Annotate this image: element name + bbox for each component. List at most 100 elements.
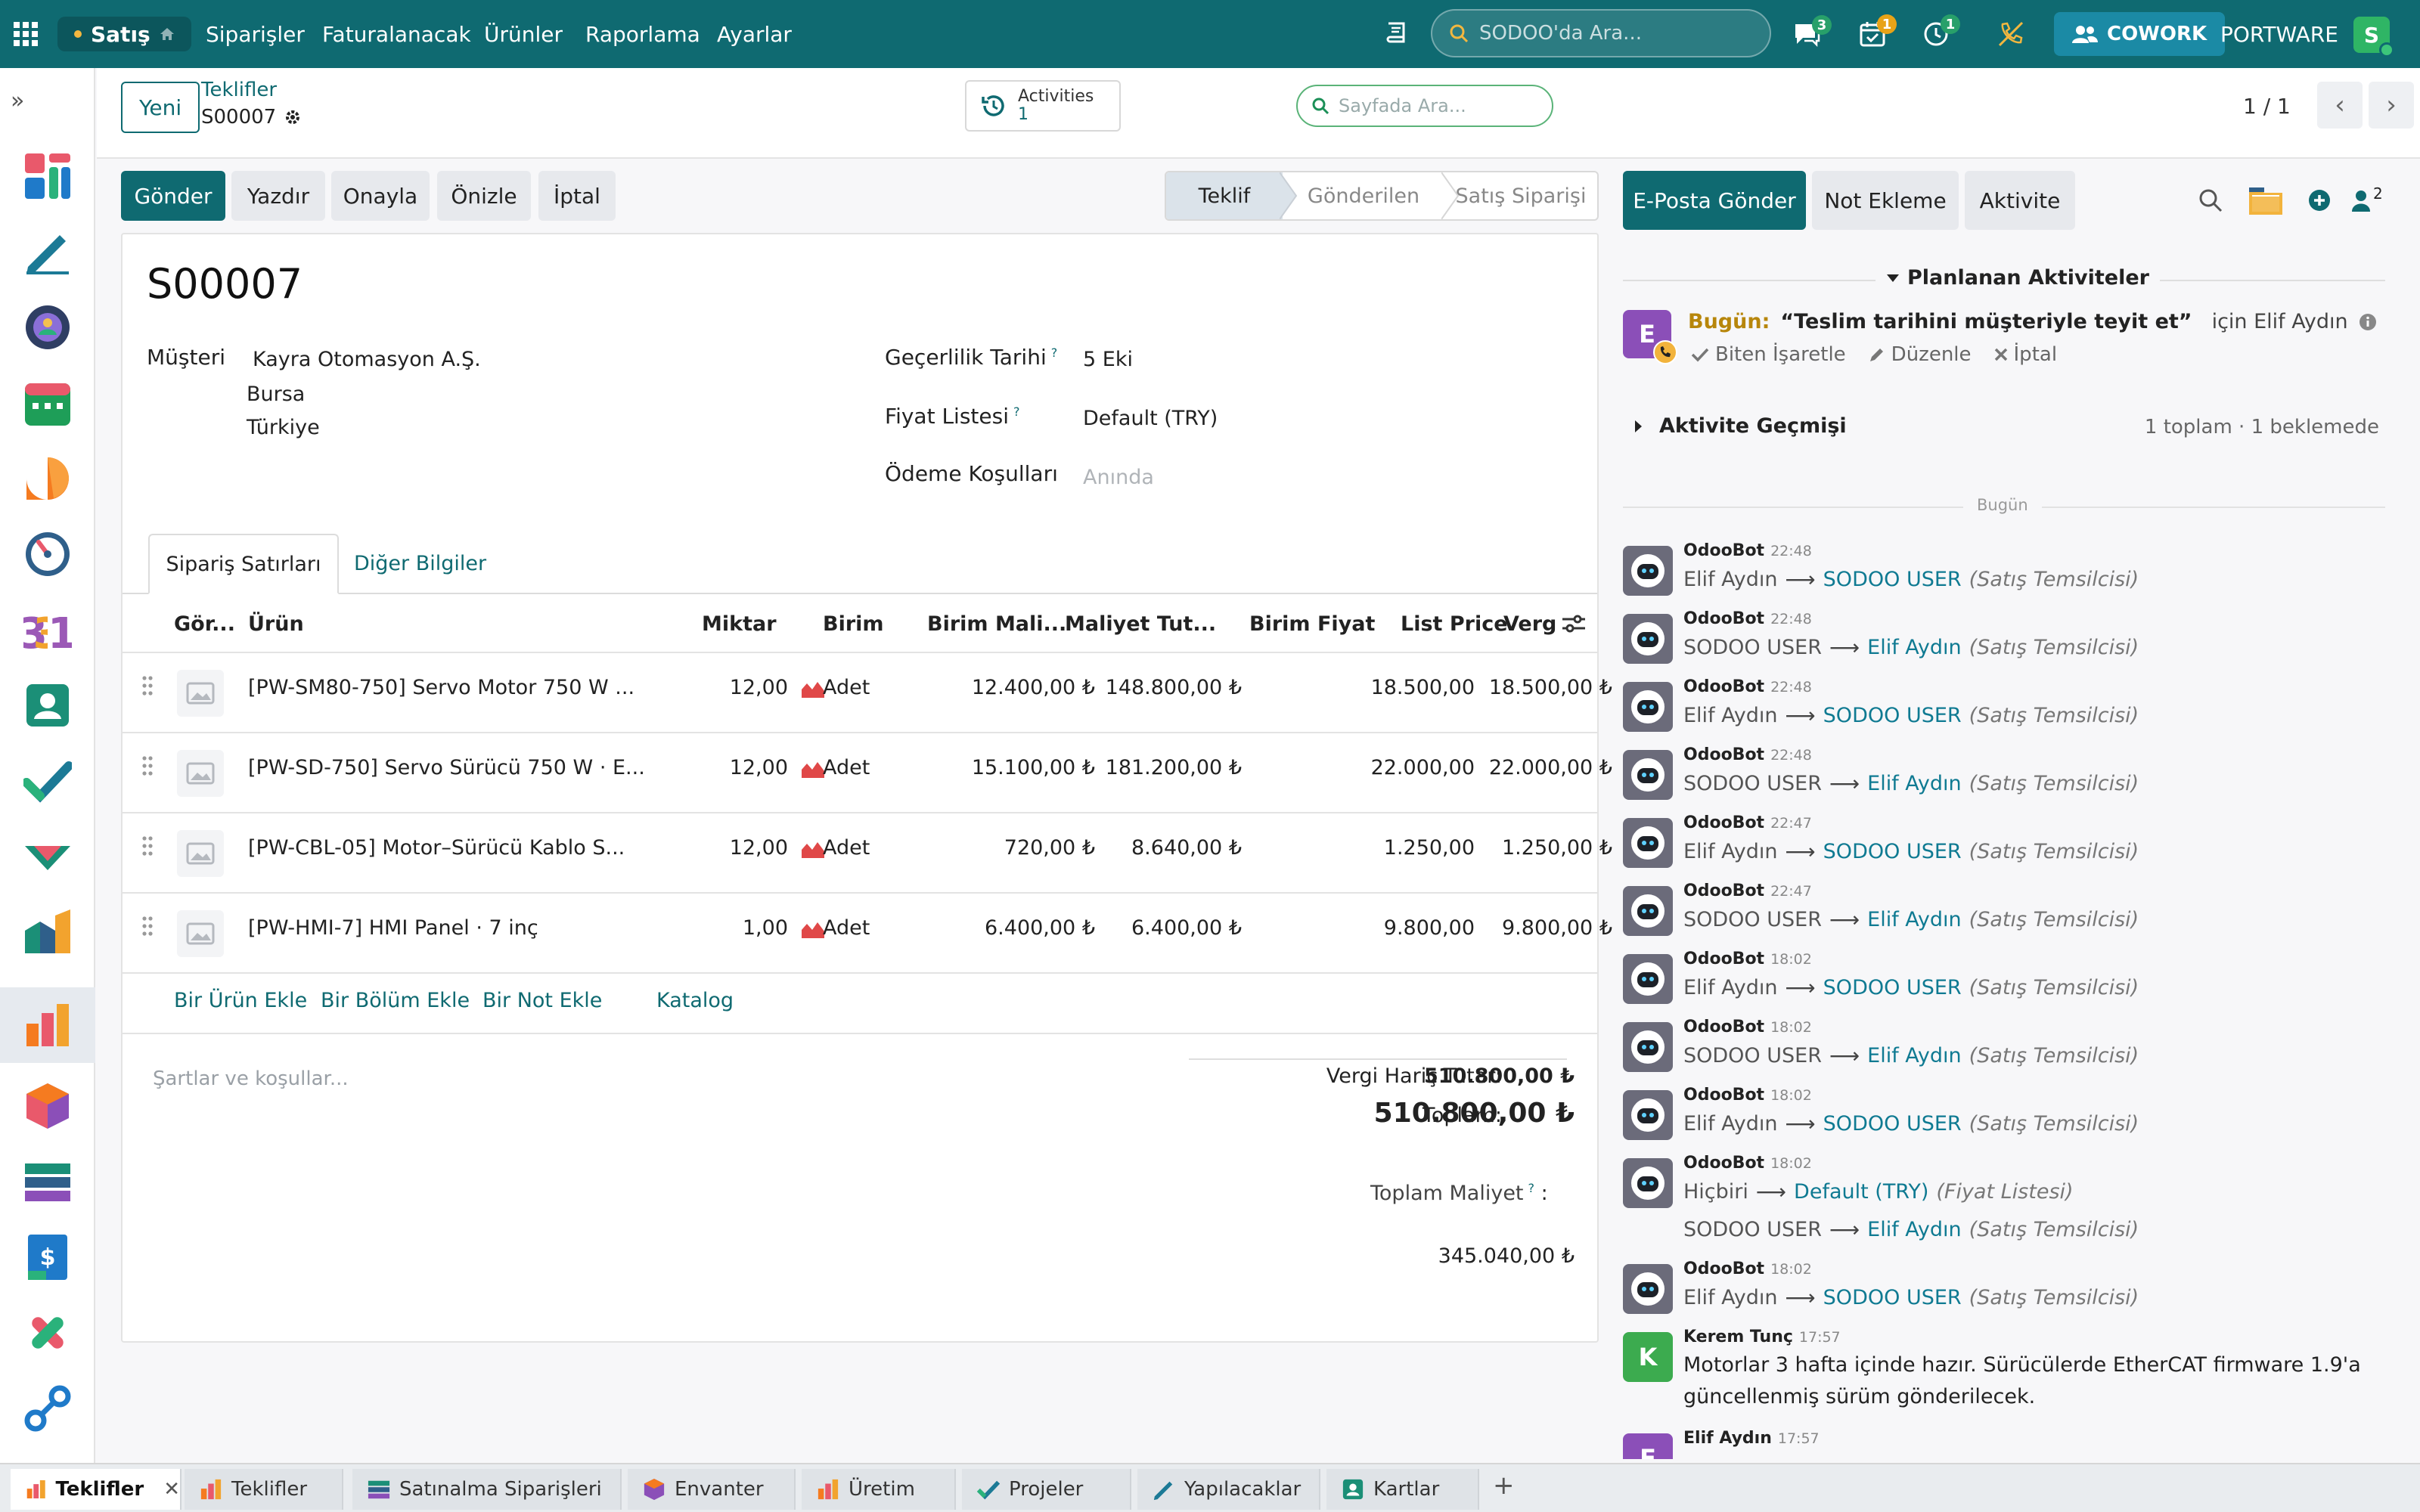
dock-inventory-icon[interactable] xyxy=(20,904,76,960)
add-product-link[interactable]: Bir Ürün Ekle xyxy=(174,989,307,1012)
schedule-activity-button[interactable]: Aktivite xyxy=(1965,171,2075,230)
tab-other-info[interactable]: Diğer Bilgiler xyxy=(354,552,486,575)
tab-order-lines[interactable]: Sipariş Satırları xyxy=(148,534,339,594)
tracking-new-value[interactable]: SODOO USER xyxy=(1823,976,1962,999)
add-tab-icon[interactable]: + xyxy=(1493,1470,1515,1501)
add-note-link[interactable]: Bir Not Ekle xyxy=(482,989,602,1012)
bottom-tab-quotations[interactable]: Teklifler xyxy=(185,1469,343,1510)
send-button[interactable]: Gönder xyxy=(121,171,225,221)
dock-crm-icon[interactable] xyxy=(20,1305,76,1361)
menu-reporting[interactable]: Raporlama xyxy=(585,0,700,68)
menu-settings[interactable]: Ayarlar xyxy=(717,0,792,68)
line-uom[interactable]: Adet xyxy=(823,836,870,860)
line-product[interactable]: [PW-SM80-750] Servo Motor 750 W ... xyxy=(248,676,634,699)
pager-value[interactable]: 1 / 1 xyxy=(2243,94,2291,119)
catalog-link[interactable]: Katalog xyxy=(656,989,734,1012)
activities-button[interactable]: Activities 1 xyxy=(965,80,1121,132)
dock-calendar-icon[interactable] xyxy=(20,375,76,431)
knowledge-icon[interactable] xyxy=(1382,0,1410,68)
line-uom[interactable]: Adet xyxy=(823,916,870,940)
line-qty[interactable]: 12,00 xyxy=(644,676,788,699)
tracking-new-value[interactable]: SODOO USER xyxy=(1823,840,1962,863)
pager-next-button[interactable]: › xyxy=(2369,82,2414,129)
drag-handle-icon[interactable] xyxy=(141,835,154,857)
line-product[interactable]: [PW-SD-750] Servo Sürücü 750 W · E... xyxy=(248,756,645,779)
menu-orders[interactable]: Siparişler xyxy=(206,0,305,68)
col-unit-price[interactable]: Birim Fiyat xyxy=(1249,612,1375,636)
bottom-tab-quotations-active[interactable]: Teklifler ✕ xyxy=(11,1469,182,1510)
line-qty[interactable]: 12,00 xyxy=(644,836,788,860)
app-switcher-icon[interactable] xyxy=(14,0,38,68)
app-home-button[interactable]: Satış xyxy=(57,17,191,51)
forecast-chart-icon[interactable] xyxy=(800,759,826,779)
help-icon[interactable]: ? xyxy=(1051,345,1058,360)
help-icon[interactable]: ? xyxy=(1528,1181,1535,1195)
col-uom[interactable]: Birim xyxy=(823,612,884,636)
customer-name[interactable]: Kayra Otomasyon A.Ş. xyxy=(253,348,481,371)
followers-icon[interactable] xyxy=(2350,189,2372,212)
messages-icon[interactable]: 3 xyxy=(1792,0,1832,68)
chatter-search-icon[interactable] xyxy=(2198,187,2223,213)
planned-activities-toggle[interactable]: Planlanan Aktiviteler xyxy=(1876,266,2160,290)
table-row[interactable]: [PW-HMI-7] HMI Panel · 7 inç 1,00 Adet 6… xyxy=(123,894,1612,972)
global-search-input[interactable]: SODOO'da Ara... xyxy=(1431,9,1771,57)
col-taxes[interactable]: Verg xyxy=(1503,612,1556,636)
add-section-link[interactable]: Bir Bölüm Ekle xyxy=(321,989,470,1012)
cancel-button[interactable]: İptal xyxy=(538,171,616,221)
cancel-activity-button[interactable]: İptal xyxy=(1994,343,2057,366)
bottom-tab-projects[interactable]: Projeler xyxy=(962,1469,1131,1510)
line-qty[interactable]: 12,00 xyxy=(644,756,788,779)
line-product[interactable]: [PW-CBL-05] Motor–Sürücü Kablo S... xyxy=(248,836,625,860)
bottom-tab-inventory[interactable]: Envanter xyxy=(628,1469,796,1510)
gear-icon[interactable] xyxy=(284,108,302,126)
tracking-new-value[interactable]: SODOO USER xyxy=(1823,1112,1962,1136)
tracking-new-value[interactable]: SODOO USER xyxy=(1823,704,1962,727)
payment-terms-input[interactable]: Anında xyxy=(1083,466,1154,489)
drag-handle-icon[interactable] xyxy=(141,915,154,937)
dock-sign-icon[interactable] xyxy=(20,224,76,280)
col-cost-total[interactable]: Maliyet Tut... xyxy=(1065,612,1216,636)
voip-disabled-icon[interactable] xyxy=(1996,0,2025,68)
tracking-new-value[interactable]: Elif Aydın xyxy=(1867,908,1962,931)
dock-timesheet-icon[interactable] xyxy=(20,526,76,582)
tracking-new-value[interactable]: Elif Aydın xyxy=(1867,1044,1962,1067)
stage-quotation[interactable]: Teklif xyxy=(1166,172,1283,219)
tracking-new-value[interactable]: Default (TRY) xyxy=(1794,1180,1928,1204)
dock-link-icon[interactable] xyxy=(20,1380,76,1436)
timer-icon[interactable]: 1 xyxy=(1922,0,1960,68)
user-avatar[interactable]: S xyxy=(2353,17,2394,57)
breadcrumb-quotations[interactable]: Teklifler xyxy=(201,79,277,101)
tracking-new-value[interactable]: SODOO USER xyxy=(1823,1286,1962,1309)
dock-contacts-icon[interactable] xyxy=(20,677,76,733)
stage-sales-order[interactable]: Satış Siparişi xyxy=(1444,172,1597,219)
line-product[interactable]: [PW-HMI-7] HMI Panel · 7 inç xyxy=(248,916,538,940)
col-image[interactable]: Gör... xyxy=(174,612,235,636)
pager-prev-button[interactable]: ‹ xyxy=(2317,82,2363,129)
tracking-new-value[interactable]: Elif Aydın xyxy=(1867,772,1962,795)
close-tab-icon[interactable]: ✕ xyxy=(163,1478,180,1501)
terms-input[interactable]: Şartlar ve koşullar... xyxy=(153,1067,349,1090)
menu-products[interactable]: Ürünler xyxy=(484,0,563,68)
col-unit-cost[interactable]: Birim Mali... xyxy=(927,612,1066,636)
print-button[interactable]: Yazdır xyxy=(231,171,325,221)
info-icon[interactable] xyxy=(2359,313,2377,331)
col-product[interactable]: Ürün xyxy=(248,612,304,636)
bottom-tab-manufacturing[interactable]: Üretim xyxy=(802,1469,956,1510)
menu-to-invoice[interactable]: Faturalanacak xyxy=(322,0,471,68)
col-quantity[interactable]: Miktar xyxy=(702,612,777,636)
bottom-tab-todo[interactable]: Yapılacaklar xyxy=(1137,1469,1320,1510)
dock-product-icon[interactable] xyxy=(20,1078,76,1134)
bottom-tab-cards[interactable]: Kartlar xyxy=(1326,1469,1479,1510)
cowork-button[interactable]: COWORK xyxy=(2054,12,2226,56)
forecast-chart-icon[interactable] xyxy=(800,919,826,939)
column-settings-icon[interactable] xyxy=(1561,611,1587,637)
forecast-chart-icon[interactable] xyxy=(800,679,826,699)
activities-icon[interactable]: 1 xyxy=(1859,0,1897,68)
dock-dashboards-icon[interactable] xyxy=(20,148,76,204)
table-row[interactable]: [PW-SM80-750] Servo Motor 750 W ... 12,0… xyxy=(123,653,1612,732)
add-follower-icon[interactable] xyxy=(2308,189,2331,212)
table-row[interactable]: [PW-CBL-05] Motor–Sürücü Kablo S... 12,0… xyxy=(123,813,1612,892)
tracking-new-value[interactable]: Elif Aydın xyxy=(1867,1218,1962,1241)
confirm-button[interactable]: Onayla xyxy=(331,171,430,221)
line-uom[interactable]: Adet xyxy=(823,676,870,699)
